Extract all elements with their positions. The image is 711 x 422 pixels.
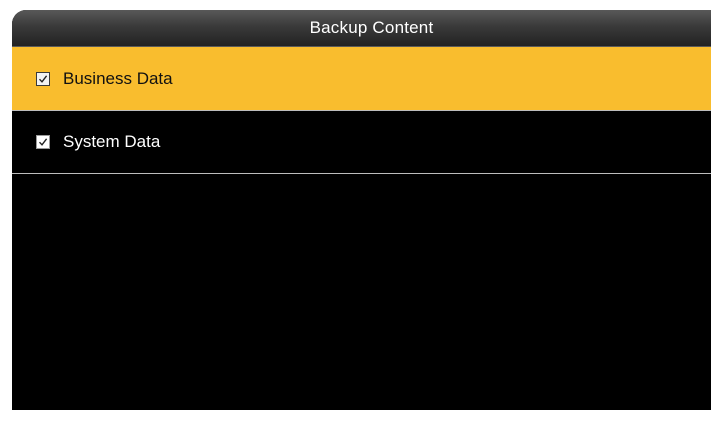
list-item-system-data[interactable]: System Data (12, 111, 711, 174)
device-screen: Backup Content Business Data System Data (12, 10, 711, 410)
list-item-business-data[interactable]: Business Data (12, 47, 711, 111)
backup-content-list: Business Data System Data (12, 47, 711, 174)
page-title: Backup Content (309, 18, 434, 37)
list-item-label: Business Data (63, 68, 173, 88)
checkbox-checked-icon[interactable] (36, 71, 50, 86)
checkbox-checked-icon[interactable] (36, 135, 50, 149)
list-item-label: System Data (63, 132, 161, 151)
title-bar: Backup Content (12, 10, 711, 47)
